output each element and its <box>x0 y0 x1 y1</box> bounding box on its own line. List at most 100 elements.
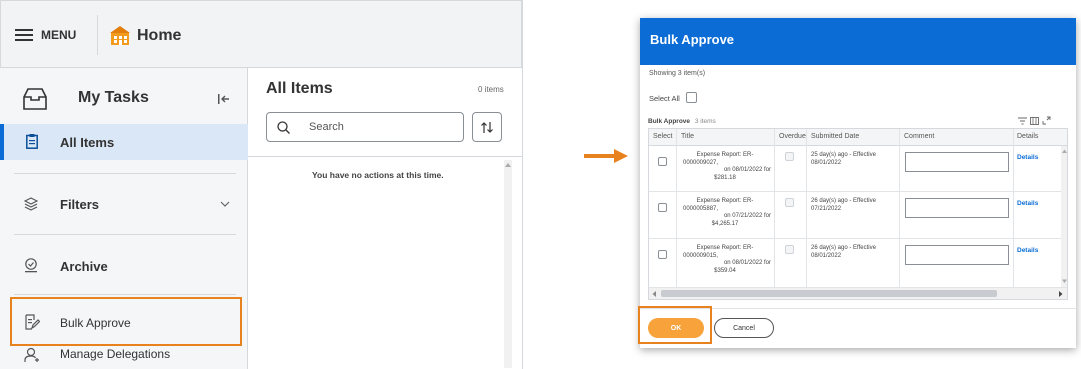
submitted-line: 26 day(s) ago - Effective <box>811 198 876 204</box>
all-items-pane: All Items 0 items Search You have no act… <box>248 68 522 369</box>
inbox-tray-icon <box>23 88 47 110</box>
my-tasks-header: My Tasks <box>0 76 248 122</box>
collapse-icon[interactable] <box>218 93 230 105</box>
title-line: $359.04 <box>714 267 736 274</box>
submitted-line: 08/01/2022 <box>811 159 842 166</box>
column-header: Submitted Date <box>811 133 860 140</box>
ok-button-highlight <box>638 306 712 344</box>
sort-icon <box>481 122 493 133</box>
title-line: on 08/01/2022 for <box>723 167 771 173</box>
horizontal-scrollbar[interactable] <box>649 287 1067 299</box>
comment-input[interactable] <box>905 198 1009 218</box>
title-line: 0000005887, <box>683 205 719 212</box>
section-header: Bulk Approve 3 items <box>648 118 716 125</box>
select-all-checkbox[interactable] <box>686 92 697 103</box>
vertical-scrollbar[interactable] <box>1061 146 1067 287</box>
table-row: Expense Report: ER- 0000005887, on 07/21… <box>649 192 1061 239</box>
comment-input[interactable] <box>905 245 1009 265</box>
submitted-date: 26 day(s) ago - Effective 07/21/2022 <box>811 198 876 213</box>
clipboard-icon <box>26 134 38 149</box>
row-title[interactable]: Expense Report: ER- 0000009027, on 08/01… <box>679 152 771 182</box>
row-select-checkbox[interactable] <box>658 203 667 212</box>
archive-check-icon <box>25 258 37 273</box>
details-link[interactable]: Details <box>1017 247 1038 254</box>
search-input[interactable]: Search <box>266 112 464 142</box>
scroll-down-icon[interactable] <box>1062 279 1067 283</box>
row-title[interactable]: Expense Report: ER- 0000009015, on 08/01… <box>679 245 771 275</box>
all-items-title: All Items <box>266 80 333 97</box>
panel-title: My Tasks <box>78 89 149 106</box>
title-line: $281.18 <box>714 174 736 181</box>
scroll-up-icon[interactable] <box>1062 149 1067 153</box>
overdue-checkbox <box>785 152 794 161</box>
title-line: Expense Report: ER- <box>696 198 754 204</box>
bulk-approve-dialog: Bulk Approve Showing 3 item(s) Select Al… <box>640 18 1076 348</box>
items-count: 0 items <box>478 85 504 94</box>
person-add-icon <box>24 347 39 362</box>
scroll-right-icon[interactable] <box>1059 291 1063 297</box>
row-title[interactable]: Expense Report: ER- 0000005887, on 07/21… <box>679 198 771 228</box>
search-icon <box>277 121 290 134</box>
sort-button[interactable] <box>472 112 502 142</box>
scrollbar-thumb[interactable] <box>661 290 997 297</box>
divider <box>14 234 236 235</box>
empty-message: You have no actions at this time. <box>312 170 444 180</box>
table-header-row: Select Title Overdue Submitted Date Comm… <box>649 129 1067 146</box>
layers-icon <box>24 197 38 211</box>
submitted-date: 26 day(s) ago - Effective 08/01/2022 <box>811 245 876 260</box>
workday-home-screen: MENU Home My Tasks All Items Filters Arc… <box>0 0 523 369</box>
scrollbar[interactable] <box>504 160 512 368</box>
submitted-line: 25 day(s) ago - Effective <box>811 152 876 158</box>
submitted-line: 07/21/2022 <box>811 205 842 212</box>
scroll-left-icon[interactable] <box>652 291 656 297</box>
sidebar-item-label: All Items <box>60 135 115 150</box>
dialog-header: Bulk Approve <box>640 18 1076 65</box>
cancel-label: Cancel <box>733 324 755 332</box>
scroll-up-icon[interactable] <box>505 162 511 167</box>
chevron-down-icon <box>220 201 230 207</box>
home-link[interactable]: Home <box>109 25 209 49</box>
approvals-table: Select Title Overdue Submitted Date Comm… <box>648 128 1068 300</box>
divider <box>14 294 236 295</box>
sidebar-item-archive[interactable]: Archive <box>0 246 248 286</box>
row-select-checkbox[interactable] <box>658 157 667 166</box>
table-row: Expense Report: ER- 0000009027, on 08/01… <box>649 146 1061 192</box>
top-bar: MENU Home <box>0 0 522 68</box>
overdue-checkbox <box>785 245 794 254</box>
title-line: on 08/01/2022 for <box>723 260 771 266</box>
title-line: Expense Report: ER- <box>696 152 754 158</box>
active-indicator <box>0 124 4 160</box>
sidebar-item-filters[interactable]: Filters <box>0 184 248 224</box>
title-line: $4,265.17 <box>711 220 739 227</box>
filter-icon[interactable] <box>1018 117 1027 125</box>
sidebar-item-label: Manage Delegations <box>60 347 171 361</box>
arrow-right-icon <box>584 149 628 163</box>
hamburger-icon <box>15 29 33 41</box>
divider <box>14 173 236 174</box>
table-row: Expense Report: ER- 0000009015, on 08/01… <box>649 239 1061 285</box>
sidebar-item-label: Filters <box>60 197 100 212</box>
expand-icon[interactable] <box>1042 116 1051 125</box>
bulk-approve-highlight <box>10 297 242 346</box>
dialog-title: Bulk Approve <box>650 32 735 47</box>
search-placeholder: Search <box>309 121 344 133</box>
details-link[interactable]: Details <box>1017 154 1038 161</box>
select-all-label: Select All <box>649 94 680 103</box>
submitted-line: 08/01/2022 <box>811 252 842 259</box>
title-line: Expense Report: ER- <box>696 245 754 251</box>
row-select-checkbox[interactable] <box>658 250 667 259</box>
sidebar-item-label: Archive <box>60 259 108 274</box>
column-header: Select <box>653 133 673 140</box>
home-building-icon <box>110 26 130 45</box>
section-label: Bulk Approve <box>648 118 691 125</box>
sidebar-item-all-items[interactable]: All Items <box>0 124 248 160</box>
details-link[interactable]: Details <box>1017 200 1038 207</box>
title-line: on 07/21/2022 for <box>723 213 771 219</box>
column-settings-icon[interactable] <box>1030 117 1039 125</box>
showing-count: Showing 3 item(s) <box>649 70 706 77</box>
title-line: 0000009015, <box>683 252 719 259</box>
column-header: Comment <box>904 133 935 140</box>
comment-input[interactable] <box>905 152 1009 172</box>
cancel-button[interactable]: Cancel <box>714 318 774 338</box>
column-header: Details <box>1017 133 1039 140</box>
